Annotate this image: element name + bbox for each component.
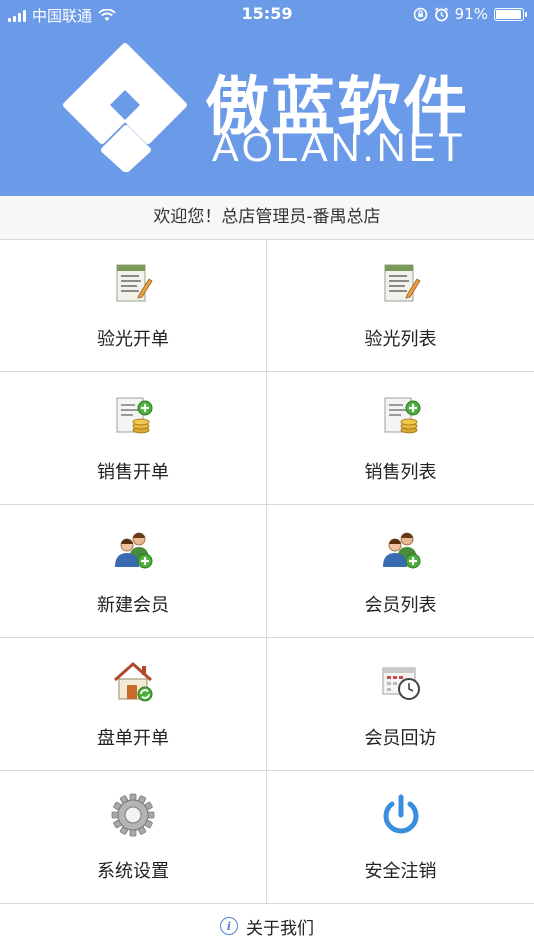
- menu-item-label: 盘单开单: [97, 728, 169, 749]
- menu-item-label: 会员列表: [364, 595, 437, 616]
- house-refresh-icon: [114, 662, 153, 702]
- menu-item-logout[interactable]: 安全注销: [267, 771, 534, 903]
- menu-item-sales-list[interactable]: 销售列表: [267, 372, 534, 504]
- welcome-message: 欢迎您！总店管理员-番禺总店: [0, 196, 534, 240]
- status-bar: 中国联通 15:59 91%: [0, 0, 534, 28]
- menu-item-new-member[interactable]: 新建会员: [0, 505, 267, 637]
- menu-item-label: 新建会员: [97, 595, 169, 616]
- header-banner: 傲蓝软件 AOLAN.NET: [0, 28, 534, 196]
- menu-grid: 验光开单 验光列表 销售开单 销售列表 新建会员 会员列表 盘单开单 会员回访 …: [0, 239, 534, 904]
- info-icon: i: [220, 917, 238, 935]
- gear-icon: [111, 793, 155, 837]
- calendar-clock-icon: [382, 667, 420, 700]
- brand-name-en: AOLAN.NET: [212, 126, 466, 170]
- about-us-label: 关于我们: [246, 918, 314, 939]
- menu-row: 验光开单 验光列表: [0, 239, 534, 372]
- menu-row: 销售开单 销售列表: [0, 372, 534, 505]
- menu-item-inventory-order[interactable]: 盘单开单: [0, 638, 267, 770]
- menu-item-sales-order[interactable]: 销售开单: [0, 372, 267, 504]
- power-icon: [383, 794, 418, 834]
- menu-row: 盘单开单 会员回访: [0, 638, 534, 771]
- brand-logo-icon: [63, 43, 187, 172]
- menu-item-label: 验光开单: [97, 329, 169, 350]
- menu-item-member-followup[interactable]: 会员回访: [267, 638, 534, 770]
- menu-row: 新建会员 会员列表: [0, 505, 534, 638]
- menu-item-optometry-order[interactable]: 验光开单: [0, 239, 267, 371]
- menu-item-system-settings[interactable]: 系统设置: [0, 771, 267, 903]
- alarm-icon: [434, 6, 448, 21]
- menu-item-member-list[interactable]: 会员列表: [267, 505, 534, 637]
- users-add-icon: [382, 532, 420, 569]
- rotation-lock-icon: [413, 7, 427, 21]
- battery-percent: 91%: [454, 5, 488, 23]
- menu-item-label: 销售开单: [97, 462, 169, 483]
- menu-row: 系统设置 安全注销: [0, 771, 534, 904]
- battery-icon: [494, 7, 527, 21]
- menu-item-optometry-list[interactable]: 验光列表: [267, 239, 534, 371]
- users-add-icon: [115, 532, 153, 569]
- menu-item-label: 销售列表: [364, 462, 437, 483]
- menu-item-label: 安全注销: [364, 861, 437, 882]
- invoice-coins-icon: [384, 397, 420, 434]
- status-right: 91%: [413, 5, 527, 23]
- menu-item-label: 系统设置: [97, 861, 169, 882]
- document-edit-icon: [116, 264, 153, 302]
- document-edit-icon: [384, 264, 421, 302]
- invoice-coins-icon: [116, 397, 153, 434]
- about-us-link[interactable]: i 关于我们: [0, 902, 534, 950]
- menu-item-label: 会员回访: [364, 728, 437, 749]
- menu-item-label: 验光列表: [364, 329, 437, 350]
